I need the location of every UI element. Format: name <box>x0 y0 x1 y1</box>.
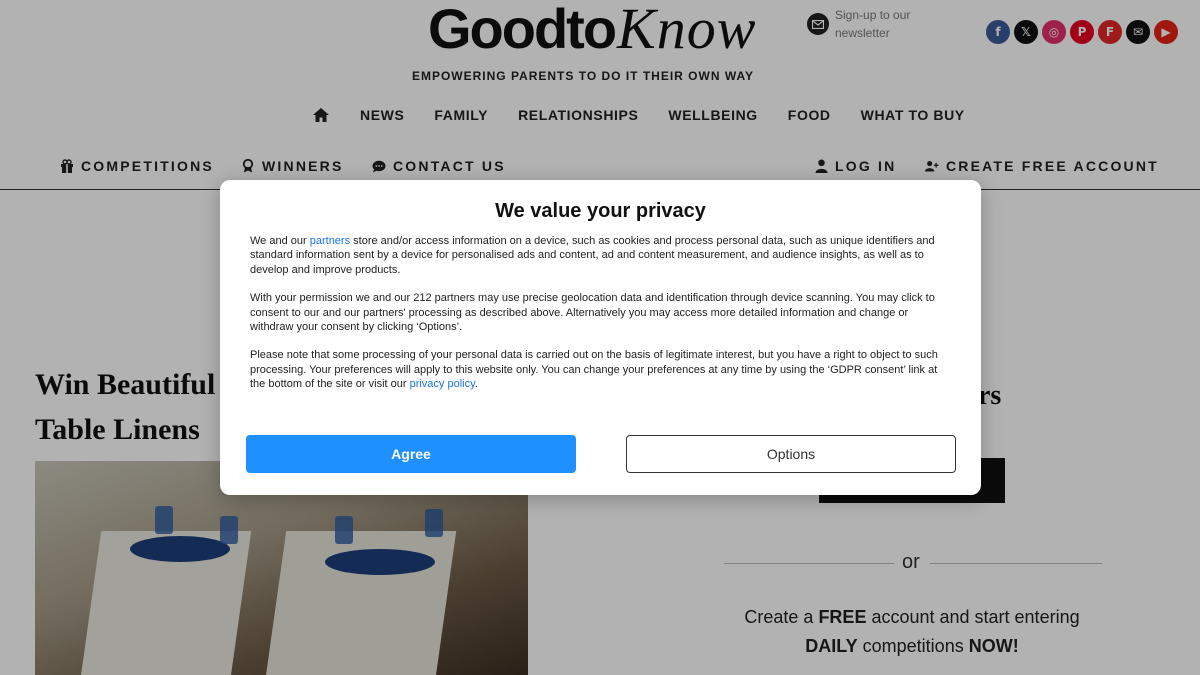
agree-button[interactable]: Agree <box>246 435 576 473</box>
partners-link[interactable]: partners <box>310 235 350 247</box>
consent-paragraph-2: With your permission we and our 212 part… <box>250 292 935 334</box>
options-button[interactable]: Options <box>626 435 956 473</box>
consent-paragraph-1: We and our partners store and/or access … <box>250 234 953 277</box>
dialog-body: We and our partners store and/or access … <box>250 234 953 406</box>
consent-p3-text-b: . <box>474 378 478 391</box>
dialog-title: We value your privacy <box>495 200 706 222</box>
consent-p1-text-b: store and/or access information on a dev… <box>250 235 935 276</box>
privacy-consent-dialog: We value your privacy We and our partner… <box>220 180 981 495</box>
consent-p3-text-a: Please note that some processing of your… <box>250 349 938 391</box>
privacy-policy-link[interactable]: privacy policy <box>410 378 475 390</box>
consent-p1-text-a: We and our <box>250 235 310 247</box>
consent-paragraph-3: Please note that some processing of your… <box>250 348 953 391</box>
